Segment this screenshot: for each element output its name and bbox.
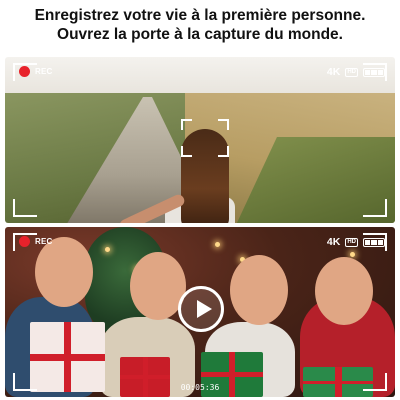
rec-label: REC xyxy=(35,237,53,246)
resolution-label: 4K xyxy=(326,236,341,248)
headline: Enregistrez votre vie à la première pers… xyxy=(0,6,400,44)
record-dot-icon xyxy=(19,66,30,77)
video-viewfinder-panel: REC 4K HD 00:05:36 xyxy=(5,227,395,397)
hd-badge: HD xyxy=(345,237,358,247)
frame-corner-icon xyxy=(363,199,387,217)
resolution-label: 4K xyxy=(326,66,341,78)
camera-overlay: REC 4K HD 00:05:36 xyxy=(5,227,395,397)
video-timecode: 00:05:36 xyxy=(180,383,220,392)
battery-icon xyxy=(363,67,387,77)
headline-line-1: Enregistrez votre vie à la première pers… xyxy=(34,7,366,24)
frame-corner-icon xyxy=(13,199,37,217)
battery-icon xyxy=(363,237,387,247)
hd-badge: HD xyxy=(345,67,358,77)
focus-bracket-icon xyxy=(181,119,229,157)
camera-overlay: REC 4K HD xyxy=(5,57,395,223)
quality-indicator: 4K HD xyxy=(326,236,387,248)
record-dot-icon xyxy=(19,236,30,247)
play-icon[interactable] xyxy=(178,286,224,332)
photo-viewfinder-panel: REC 4K HD xyxy=(5,57,395,223)
quality-indicator: 4K HD xyxy=(326,66,387,78)
rec-indicator: REC xyxy=(19,66,53,77)
rec-indicator: REC xyxy=(19,236,53,247)
headline-line-2: Ouvrez la porte à la capture du monde. xyxy=(57,26,343,43)
rec-label: REC xyxy=(35,67,53,76)
